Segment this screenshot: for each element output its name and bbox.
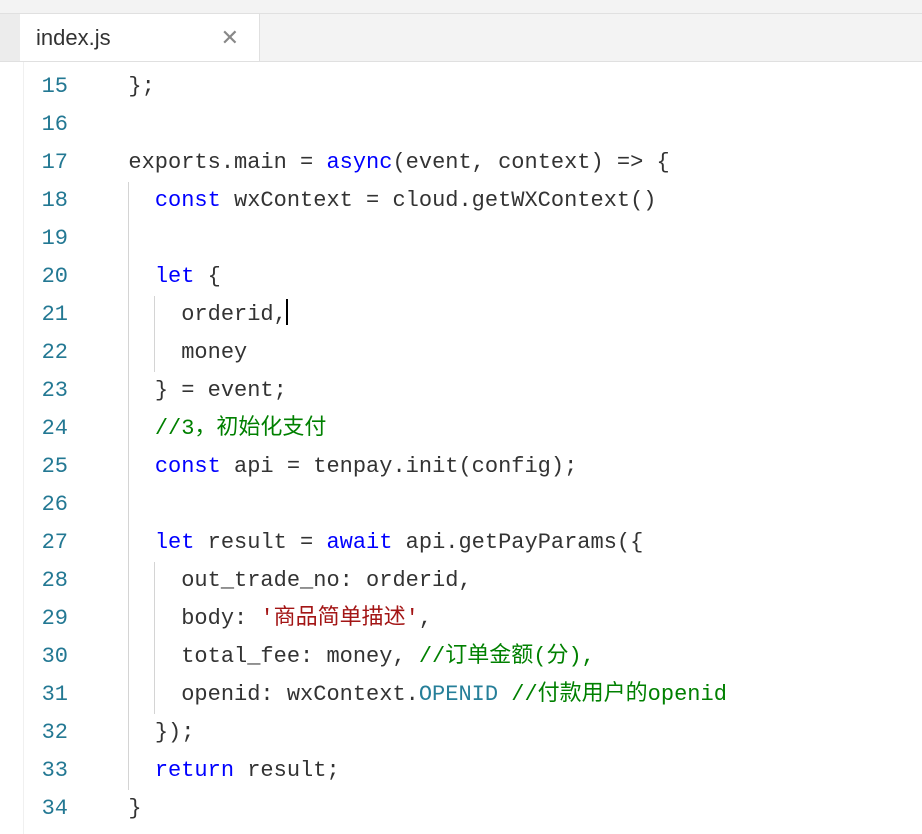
tab-indexjs[interactable]: index.js ✕	[20, 14, 260, 61]
line-number: 26	[24, 486, 86, 524]
code-line: const api = tenpay.init(config);	[102, 448, 922, 486]
line-number: 25	[24, 448, 86, 486]
code-area[interactable]: }; exports.main = async(event, context) …	[86, 62, 922, 834]
line-number: 23	[24, 372, 86, 410]
fold-gutter	[0, 62, 24, 834]
code-line: openid: wxContext.OPENID //付款用户的openid	[102, 676, 922, 714]
line-number: 28	[24, 562, 86, 600]
top-toolbar	[0, 0, 922, 14]
code-line: body: '商品简单描述',	[102, 600, 922, 638]
code-line	[102, 220, 922, 258]
code-line: const wxContext = cloud.getWXContext()	[102, 182, 922, 220]
code-line: exports.main = async(event, context) => …	[102, 144, 922, 182]
code-editor[interactable]: 15 16 17 18 19 20 21 22 23 24 25 26 27 2…	[0, 62, 922, 834]
code-line: } = event;	[102, 372, 922, 410]
tab-spacer	[0, 14, 20, 61]
code-line	[102, 486, 922, 524]
line-number: 20	[24, 258, 86, 296]
line-number: 22	[24, 334, 86, 372]
code-line: total_fee: money, //订单金额(分),	[102, 638, 922, 676]
code-line: };	[102, 68, 922, 106]
line-number: 19	[24, 220, 86, 258]
code-line: });	[102, 714, 922, 752]
code-line: return result;	[102, 752, 922, 790]
line-number: 29	[24, 600, 86, 638]
line-number: 30	[24, 638, 86, 676]
code-line: money	[102, 334, 922, 372]
line-number: 16	[24, 106, 86, 144]
line-number: 31	[24, 676, 86, 714]
code-line: let {	[102, 258, 922, 296]
code-line: out_trade_no: orderid,	[102, 562, 922, 600]
line-number: 27	[24, 524, 86, 562]
line-number: 21	[24, 296, 86, 334]
code-line: orderid,	[102, 296, 922, 334]
line-number: 18	[24, 182, 86, 220]
line-number-gutter: 15 16 17 18 19 20 21 22 23 24 25 26 27 2…	[24, 62, 86, 834]
line-number: 24	[24, 410, 86, 448]
text-cursor	[286, 299, 288, 325]
code-line: }	[102, 790, 922, 828]
line-number: 33	[24, 752, 86, 790]
line-number: 34	[24, 790, 86, 828]
code-line: let result = await api.getPayParams({	[102, 524, 922, 562]
line-number: 32	[24, 714, 86, 752]
line-number: 15	[24, 68, 86, 106]
close-icon[interactable]: ✕	[217, 25, 243, 51]
code-line: //3，初始化支付	[102, 410, 922, 448]
tab-bar: index.js ✕	[0, 14, 922, 62]
line-number: 17	[24, 144, 86, 182]
tab-label: index.js	[36, 25, 111, 51]
code-line	[102, 106, 922, 144]
